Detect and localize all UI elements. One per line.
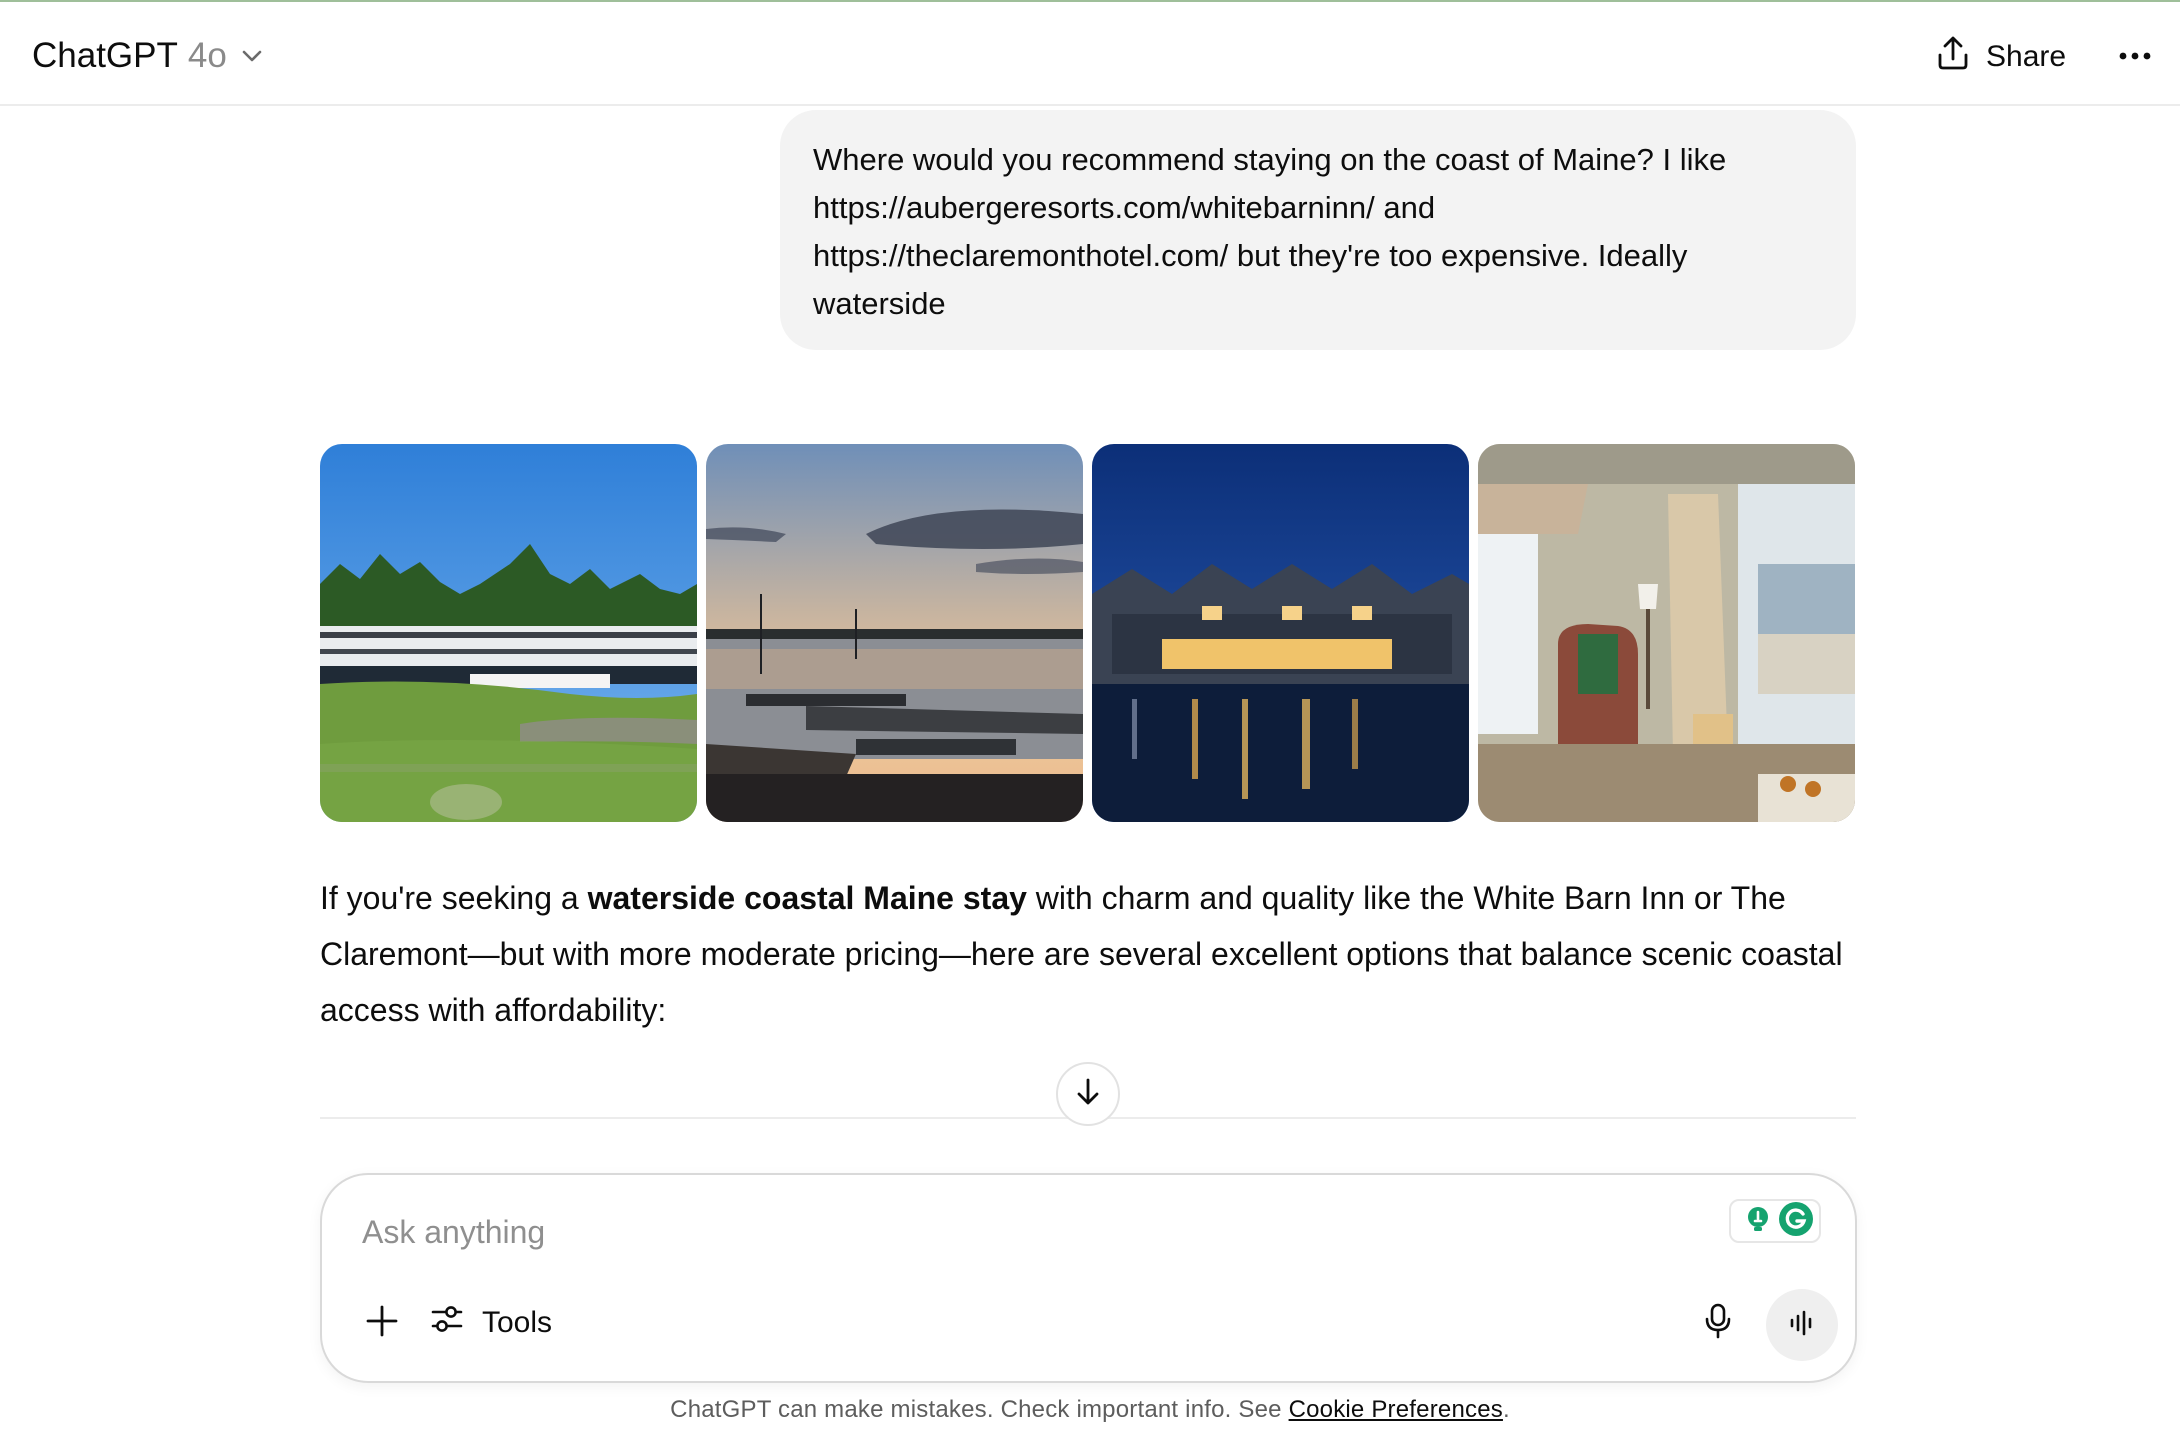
waveform-icon bbox=[1787, 1308, 1817, 1343]
cookie-preferences-link[interactable]: Cookie Preferences bbox=[1289, 1396, 1503, 1423]
prompt-input[interactable] bbox=[362, 1205, 1662, 1259]
model-switcher[interactable]: ChatGPT 4o bbox=[32, 30, 267, 82]
image-result-2[interactable] bbox=[706, 444, 1083, 822]
dictate-button[interactable] bbox=[1694, 1299, 1742, 1347]
top-bar: ChatGPT 4o Share bbox=[0, 2, 2180, 106]
assistant-message: If you're seeking a waterside coastal Ma… bbox=[320, 870, 1860, 1038]
chevron-down-icon bbox=[237, 41, 267, 71]
arrow-down-icon bbox=[1071, 1075, 1105, 1114]
disclaimer-text: ChatGPT can make mistakes. Check importa… bbox=[670, 1396, 1289, 1423]
scroll-to-bottom-button[interactable] bbox=[1056, 1062, 1120, 1126]
plus-icon bbox=[365, 1304, 399, 1343]
hotel-lawn-photo-icon bbox=[320, 444, 697, 822]
ocean-view-room-photo-icon bbox=[1478, 444, 1855, 822]
tools-button[interactable]: Tools bbox=[430, 1295, 552, 1351]
grammarly-widget[interactable] bbox=[1729, 1199, 1821, 1243]
image-result-4[interactable] bbox=[1478, 444, 1855, 822]
model-name: 4o bbox=[187, 36, 227, 75]
grammarly-icon bbox=[1777, 1200, 1815, 1243]
app-name: ChatGPT bbox=[32, 36, 178, 75]
answer-highlight: waterside coastal Maine stay bbox=[587, 880, 1027, 916]
share-icon bbox=[1936, 35, 1970, 79]
lightbulb-icon bbox=[1743, 1204, 1773, 1239]
image-result-3[interactable] bbox=[1092, 444, 1469, 822]
user-message: Where would you recommend staying on the… bbox=[780, 110, 1856, 350]
disclaimer: ChatGPT can make mistakes. Check importa… bbox=[0, 1396, 2180, 1424]
image-result-1[interactable] bbox=[320, 444, 697, 822]
waterfront-inn-night-photo-icon bbox=[1092, 444, 1469, 822]
share-button[interactable]: Share bbox=[1936, 32, 2066, 82]
add-attachment-button[interactable] bbox=[358, 1299, 406, 1347]
answer-intro: If you're seeking a bbox=[320, 880, 588, 916]
tools-label: Tools bbox=[482, 1306, 553, 1339]
sliders-icon bbox=[430, 1302, 464, 1344]
more-options-button[interactable] bbox=[2110, 32, 2160, 82]
harbor-sunset-photo-icon bbox=[706, 444, 1083, 822]
share-label: Share bbox=[1986, 40, 2067, 73]
chatgpt-window: ChatGPT 4o Share Where would you recomme… bbox=[0, 0, 2180, 1446]
disclaimer-end: . bbox=[1502, 1396, 1510, 1423]
voice-mode-button[interactable] bbox=[1766, 1289, 1838, 1361]
image-results bbox=[320, 444, 1856, 822]
ellipsis-icon bbox=[2118, 48, 2152, 66]
microphone-icon bbox=[1703, 1303, 1733, 1344]
composer: Tools bbox=[320, 1173, 1857, 1383]
